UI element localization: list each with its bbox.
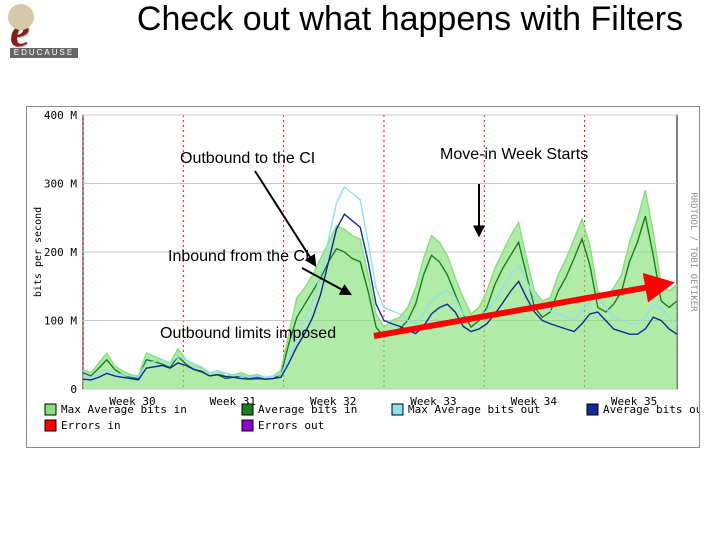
svg-text:Average bits in: Average bits in bbox=[258, 403, 357, 416]
svg-text:300 M: 300 M bbox=[44, 178, 77, 191]
svg-text:0: 0 bbox=[70, 383, 77, 396]
svg-text:bits per second: bits per second bbox=[33, 207, 44, 297]
chart-svg: Week 30Week 31Week 32Week 33Week 34Week … bbox=[27, 107, 699, 447]
educause-logo: e EDUCAUSE bbox=[10, 6, 102, 64]
annot-limits: Outbound limits imposed bbox=[160, 325, 336, 343]
svg-text:Max Average bits out: Max Average bits out bbox=[408, 403, 540, 416]
annot-inbound-ci: Inbound from the CI bbox=[168, 248, 309, 266]
svg-text:400 M: 400 M bbox=[44, 109, 77, 122]
slide: e EDUCAUSE Check out what happens with F… bbox=[0, 0, 720, 540]
svg-text:200 M: 200 M bbox=[44, 246, 77, 259]
svg-text:Errors out: Errors out bbox=[258, 419, 324, 432]
svg-text:Max Average bits in: Max Average bits in bbox=[61, 403, 187, 416]
svg-text:Errors in: Errors in bbox=[61, 419, 121, 432]
page-title: Check out what happens with Filters bbox=[110, 0, 710, 38]
svg-text:RRDTOOL / TOBI OETIKER: RRDTOOL / TOBI OETIKER bbox=[688, 192, 698, 312]
annot-movein: Move-in Week Starts bbox=[440, 146, 588, 164]
traffic-chart: Week 30Week 31Week 32Week 33Week 34Week … bbox=[26, 106, 700, 448]
svg-text:Average bits out: Average bits out bbox=[603, 403, 699, 416]
annot-outbound-ci: Outbound to the CI bbox=[180, 150, 315, 168]
logo-text: EDUCAUSE bbox=[10, 48, 78, 58]
svg-text:100 M: 100 M bbox=[44, 315, 77, 328]
